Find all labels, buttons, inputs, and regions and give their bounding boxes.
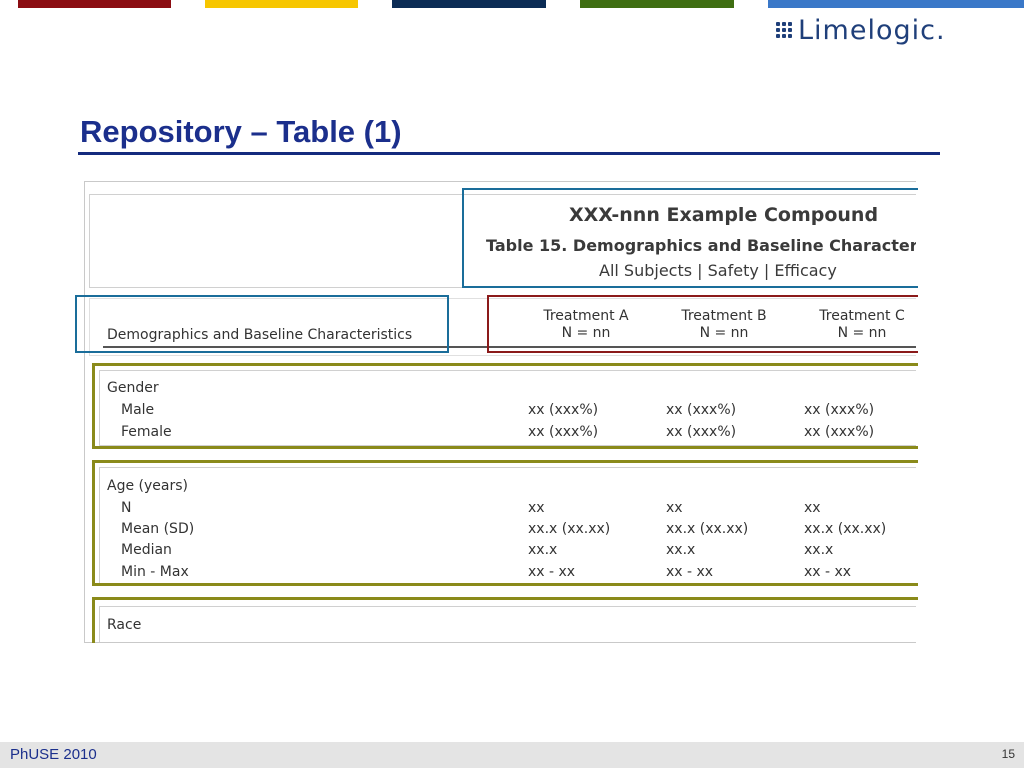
accent-bar-navy [392, 0, 546, 8]
highlight-box-gender [92, 363, 918, 449]
accent-bar-blue [768, 0, 1024, 8]
slide-title: Repository – Table (1) [80, 114, 402, 149]
page-number: 15 [1001, 747, 1015, 761]
title-underline [78, 152, 940, 155]
highlight-box-title [462, 188, 918, 288]
slide-footer: PhUSE 2010 15 [0, 742, 1024, 768]
logo-text: Limelogic. [798, 14, 946, 46]
accent-bar-yellow [205, 0, 358, 8]
footer-conference: PhUSE 2010 [10, 746, 97, 763]
highlight-box-column-headers [487, 295, 918, 353]
highlight-box-age [92, 460, 918, 586]
logo-dots-icon [776, 22, 792, 38]
limelogic-logo: Limelogic. [776, 12, 1016, 48]
highlight-box-race [92, 597, 918, 643]
accent-bar-green [580, 0, 734, 8]
highlight-box-row-header [75, 295, 449, 353]
accent-bar-red [18, 0, 171, 8]
